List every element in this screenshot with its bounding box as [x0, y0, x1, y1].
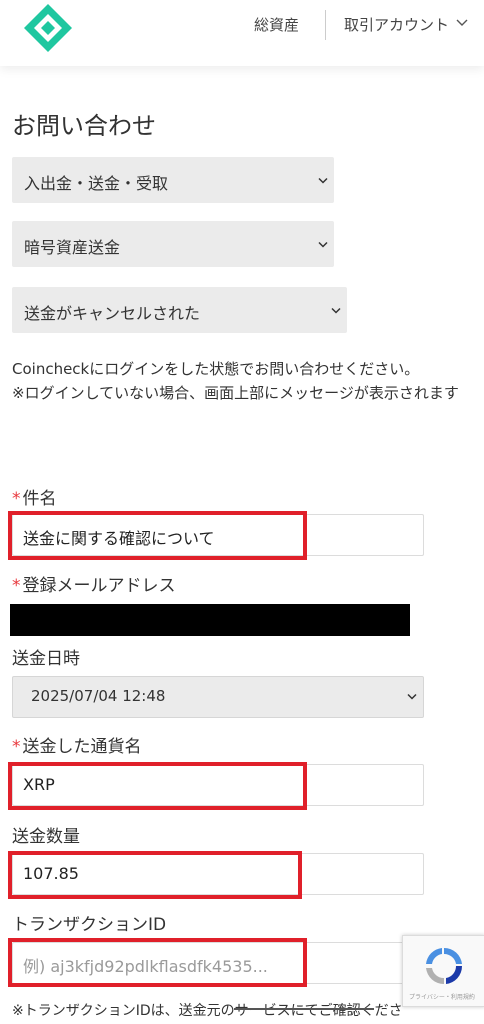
amount-label: 送金数量 [12, 827, 80, 847]
date-select-value: 2025/07/04 12:48 [31, 687, 166, 705]
page-title: お問い合わせ [12, 112, 156, 140]
category-select-3-value: 送金がキャンセルされた [24, 304, 201, 323]
category-select-1[interactable]: 入出金・送金・受取 [12, 157, 334, 203]
highlight-box [8, 938, 307, 987]
redacted-email-field[interactable] [10, 604, 410, 636]
highlight-box [8, 762, 307, 810]
highlight-box [8, 851, 302, 899]
highlight-box [8, 511, 307, 560]
required-mark: * [12, 489, 21, 509]
login-notice-line-1: Coincheckにログインをした状態でお問い合わせください。 [12, 360, 420, 378]
chevron-down-icon [318, 177, 328, 184]
currency-label: * 送金した通貨名 [12, 737, 142, 757]
chevron-down-icon [318, 241, 328, 248]
nav-trading-account[interactable]: 取引アカウント [344, 14, 449, 35]
login-notice-line-2: ※ログインしていない場合、画面上部にメッセージが表示されます [12, 384, 459, 402]
header: 総資産 取引アカウント [0, 0, 484, 66]
nav-divider [325, 10, 326, 40]
subject-label: * 件名 [12, 489, 57, 509]
chevron-down-icon[interactable] [456, 18, 468, 28]
nav-total-assets[interactable]: 総資産 [254, 14, 299, 35]
chevron-down-icon [407, 693, 417, 700]
chevron-down-icon [331, 307, 341, 314]
txid-label: トランザクションID [12, 915, 167, 935]
recaptcha-icon [426, 947, 463, 985]
email-label: * 登録メールアドレス [12, 576, 176, 596]
category-select-2[interactable]: 暗号資産送金 [12, 221, 334, 267]
recaptcha-badge[interactable]: プライバシー・利用規約 [402, 935, 484, 1007]
category-select-3[interactable]: 送金がキャンセルされた [12, 287, 347, 333]
required-mark: * [12, 576, 21, 596]
recaptcha-links[interactable]: プライバシー・利用規約 [409, 992, 475, 1001]
category-select-2-value: 暗号資産送金 [24, 238, 121, 257]
date-label: 送金日時 [12, 649, 80, 669]
txid-footnote: ※トランザクションIDは、送金元のサービスにてご確認くださ [12, 1003, 403, 1019]
category-select-1-value: 入出金・送金・受取 [24, 174, 169, 193]
scroll-indicator [234, 1008, 374, 1010]
required-mark: * [12, 737, 21, 757]
coincheck-logo[interactable] [22, 2, 74, 54]
date-select[interactable]: 2025/07/04 12:48 [12, 676, 424, 718]
login-notice: Coincheckにログインをした状態でお問い合わせください。 ※ログインしてい… [12, 357, 474, 405]
